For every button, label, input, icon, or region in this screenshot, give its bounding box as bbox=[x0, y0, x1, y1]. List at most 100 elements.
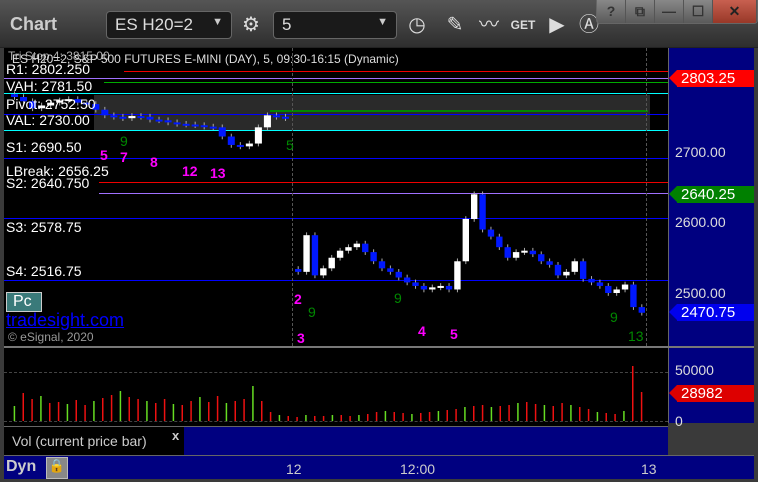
help-button[interactable]: ? bbox=[597, 0, 626, 23]
chevron-down-icon[interactable]: ▼ bbox=[377, 16, 388, 28]
candle bbox=[529, 247, 537, 258]
study-icon[interactable]: 〰 bbox=[472, 11, 506, 39]
candle bbox=[362, 240, 369, 255]
get-icon[interactable]: GET bbox=[506, 11, 540, 39]
candle bbox=[191, 121, 199, 129]
pc-button[interactable]: Pc bbox=[6, 292, 42, 312]
candle bbox=[437, 283, 444, 291]
candlesticks bbox=[11, 91, 645, 316]
candle bbox=[295, 266, 302, 275]
candle bbox=[101, 106, 109, 119]
volume-bars bbox=[13, 366, 643, 421]
lock-icon[interactable]: 🔒 bbox=[46, 457, 68, 479]
count-label: 9 bbox=[120, 133, 128, 149]
candle bbox=[454, 258, 461, 293]
candle bbox=[345, 244, 352, 254]
window-title: Chart bbox=[10, 14, 58, 34]
dynamic-label[interactable]: Dyn bbox=[6, 458, 36, 476]
maximize-button[interactable]: ☐ bbox=[684, 0, 713, 23]
time-tick: 13 bbox=[641, 461, 657, 477]
candle bbox=[263, 112, 271, 131]
level-label: S3: 2578.75 bbox=[6, 219, 82, 235]
candle bbox=[320, 265, 327, 279]
level-label: Pivot: 2752.50 bbox=[6, 96, 96, 112]
level-label: R1: 2802.250 bbox=[6, 61, 91, 77]
settings-gear-icon[interactable]: ⚙ bbox=[234, 11, 268, 39]
candle bbox=[630, 281, 637, 310]
count-label: 4 bbox=[418, 323, 426, 339]
candle bbox=[328, 254, 335, 272]
candle bbox=[387, 265, 394, 275]
candle bbox=[272, 112, 280, 120]
candle bbox=[512, 249, 520, 261]
candle bbox=[429, 284, 436, 293]
candle bbox=[245, 140, 253, 150]
volume-tag: 28982 bbox=[669, 385, 754, 402]
count-label: 9 bbox=[308, 304, 316, 320]
candle bbox=[395, 269, 402, 281]
close-button[interactable]: ✕ bbox=[713, 0, 757, 23]
candle bbox=[420, 283, 428, 293]
watermark-link[interactable]: tradesight.com bbox=[6, 310, 124, 331]
interval-input[interactable]: 5 ▼ bbox=[273, 11, 397, 39]
symbol-input[interactable]: ES H20=2 ▼ bbox=[106, 11, 232, 39]
chevron-down-icon[interactable]: ▼ bbox=[212, 16, 223, 28]
volume-tick: 0 bbox=[675, 413, 683, 429]
count-label: 3 bbox=[297, 330, 305, 346]
candle bbox=[496, 233, 503, 250]
close-study-icon[interactable]: x bbox=[172, 428, 179, 443]
candle bbox=[137, 113, 145, 120]
candle bbox=[521, 247, 528, 255]
level-label: VAL: 2730.00 bbox=[6, 112, 90, 128]
candle bbox=[596, 279, 604, 289]
price-chart[interactable]: ES H20=2, S&P 500 FUTURES E-MINI (DAY), … bbox=[4, 48, 668, 346]
candle bbox=[563, 269, 570, 279]
candle bbox=[403, 274, 411, 286]
price-tick: 2500.00 bbox=[675, 285, 726, 301]
candle bbox=[311, 232, 319, 279]
price-tick: 2600.00 bbox=[675, 214, 726, 230]
candle bbox=[164, 117, 172, 126]
count-label: 8 bbox=[150, 154, 158, 170]
candle bbox=[182, 120, 190, 128]
candle bbox=[412, 279, 419, 289]
candle bbox=[571, 258, 578, 275]
play-icon[interactable]: ▶ bbox=[540, 11, 574, 39]
candle bbox=[227, 133, 235, 148]
candle bbox=[173, 119, 181, 127]
window-controls: ? ⧉ — ☐ ✕ bbox=[596, 0, 758, 24]
clock-icon[interactable]: ◷ bbox=[400, 11, 434, 39]
candle bbox=[110, 112, 118, 120]
price-tag-high: 2803.25 bbox=[669, 70, 754, 87]
candle bbox=[155, 116, 163, 124]
price-tag-s2: 2640.25 bbox=[669, 186, 754, 203]
price-axis[interactable]: 2700.00 2600.00 2500.00 2803.25 2640.25 … bbox=[668, 48, 754, 429]
count-label: 5 bbox=[450, 326, 458, 342]
candle bbox=[128, 113, 136, 121]
link-button[interactable]: ⧉ bbox=[626, 0, 655, 23]
count-label: 7 bbox=[120, 149, 128, 165]
candle bbox=[588, 276, 595, 286]
candle bbox=[146, 113, 154, 123]
time-axis[interactable]: Dyn 🔒 12 12:00 13 bbox=[4, 455, 754, 479]
copyright: © eSignal, 2020 bbox=[8, 330, 94, 344]
pencil-icon[interactable]: ✎ bbox=[438, 11, 472, 39]
count-label: 12 bbox=[182, 163, 198, 179]
level-label: S2: 2640.750 bbox=[6, 175, 90, 191]
title-bar: Chart ES H20=2 ▼ ⚙ 5 ▼ ◷ ✎ 〰 GET ▶ Ⓐ ? ⧉ —… bbox=[0, 0, 758, 48]
symbol-value: ES H20=2 bbox=[115, 15, 193, 34]
candle bbox=[445, 283, 453, 293]
candle bbox=[236, 142, 244, 150]
minimize-button[interactable]: — bbox=[655, 0, 684, 23]
count-label: 5 bbox=[286, 137, 294, 153]
study-legend: Vol (current price bar) x bbox=[4, 426, 668, 456]
level-label: S4: 2516.75 bbox=[6, 263, 82, 279]
candle bbox=[538, 251, 545, 265]
count-label: 9 bbox=[610, 309, 618, 325]
level-label: S1: 2690.50 bbox=[6, 139, 82, 155]
candle bbox=[613, 286, 620, 296]
candle bbox=[119, 113, 127, 121]
count-label: 5 bbox=[100, 147, 108, 163]
candle bbox=[281, 113, 289, 121]
volume-pane[interactable] bbox=[4, 348, 668, 426]
